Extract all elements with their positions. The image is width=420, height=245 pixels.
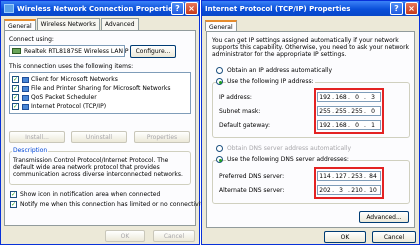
use-following-dns-label: Use the following DNS server addresses: — [226, 156, 350, 163]
notify-checkbox[interactable]: ✓ — [10, 201, 17, 208]
alternate-dns-label: Alternate DNS server: — [219, 187, 285, 194]
install-button[interactable]: Install... — [9, 131, 65, 143]
help-button[interactable]: ? — [390, 2, 403, 15]
description-label: Description — [12, 147, 49, 154]
dns-highlight-box — [314, 167, 384, 199]
obtain-dns-auto-radio[interactable] — [216, 145, 223, 152]
client-icon — [22, 76, 29, 83]
help-button[interactable]: ? — [171, 2, 184, 15]
tcpip-general-panel: You can get IP settings assigned automat… — [206, 31, 415, 228]
left-window-title: Wireless Network Connection Properties — [17, 4, 178, 13]
tcpip-properties-window: Internet Protocol (TCP/IP) Properties ? … — [201, 0, 420, 245]
show-icon-label: Show icon in notification area when conn… — [20, 191, 161, 198]
ip-address-label: IP address: — [219, 94, 252, 101]
client-label: Client for Microsoft Networks — [31, 76, 118, 83]
obtain-dns-auto-label: Obtain DNS server address automatically — [227, 145, 352, 152]
list-item[interactable]: ✓ Client for Microsoft Networks — [12, 75, 188, 84]
right-window-title: Internet Protocol (TCP/IP) Properties — [205, 4, 351, 13]
adapter-field: Realtek RTL8187SE Wireless LAN P — [9, 45, 129, 57]
adapter-name: Realtek RTL8187SE Wireless LAN P — [24, 48, 129, 55]
ok-button[interactable]: OK — [105, 230, 145, 242]
close-button[interactable]: × — [185, 2, 198, 15]
cancel-button[interactable]: Cancel — [153, 230, 195, 242]
properties-button[interactable]: Properties — [134, 131, 190, 143]
description-text: Transmission Control Protocol/Internet P… — [13, 157, 183, 178]
close-button[interactable]: × — [405, 2, 418, 15]
uninstall-button[interactable]: Uninstall — [71, 131, 127, 143]
wireless-properties-window: Wireless Network Connection Properties ?… — [0, 0, 206, 245]
components-list[interactable]: ✓ Client for Microsoft Networks ✓ File a… — [9, 72, 191, 114]
tab-general[interactable]: General — [205, 20, 237, 31]
file-sharing-label: File and Printer Sharing for Microsoft N… — [31, 85, 171, 92]
use-following-dns-radio[interactable] — [216, 156, 223, 163]
items-label: This connection uses the following items… — [9, 63, 134, 70]
service-icon — [22, 94, 29, 101]
configure-button[interactable]: Configure... — [130, 45, 176, 58]
tcpip-checkbox[interactable]: ✓ — [12, 103, 19, 110]
list-item[interactable]: ✓ Internet Protocol (TCP/IP) — [12, 102, 188, 111]
preferred-dns-label: Preferred DNS server: — [219, 173, 285, 180]
notify-label: Notify me when this connection has limit… — [20, 201, 207, 208]
list-item[interactable]: ✓ File and Printer Sharing for Microsoft… — [12, 84, 188, 93]
right-title-bar[interactable]: Internet Protocol (TCP/IP) Properties ? … — [202, 1, 419, 16]
ip-highlight-box — [314, 88, 384, 134]
client-checkbox[interactable]: ✓ — [12, 76, 19, 83]
subnet-mask-label: Subnet mask: — [219, 108, 261, 115]
cancel-button[interactable]: Cancel — [372, 231, 416, 243]
network-adapter-icon — [12, 48, 21, 54]
protocol-icon — [22, 103, 29, 110]
left-title-bar[interactable]: Wireless Network Connection Properties ?… — [1, 1, 199, 16]
connect-using-label: Connect using: — [9, 36, 54, 43]
file-sharing-checkbox[interactable]: ✓ — [12, 85, 19, 92]
use-following-ip-radio[interactable] — [216, 78, 223, 85]
qos-label: QoS Packet Scheduler — [31, 94, 97, 101]
tab-wireless-networks[interactable]: Wireless Networks — [36, 18, 100, 30]
use-following-ip-label: Use the following IP address: — [226, 78, 315, 85]
tab-advanced[interactable]: Advanced — [100, 18, 139, 30]
default-gateway-label: Default gateway: — [219, 122, 271, 129]
intro-text: You can get IP settings assigned automat… — [212, 37, 410, 58]
service-icon — [22, 85, 29, 92]
tcpip-label: Internet Protocol (TCP/IP) — [31, 103, 107, 110]
advanced-button[interactable]: Advanced... — [359, 211, 409, 223]
list-item[interactable]: ✓ QoS Packet Scheduler — [12, 93, 188, 102]
qos-checkbox[interactable]: ✓ — [12, 94, 19, 101]
ok-button[interactable]: OK — [324, 231, 366, 243]
obtain-ip-auto-radio[interactable] — [216, 67, 223, 74]
general-tab-panel: Connect using: Realtek RTL8187SE Wireles… — [4, 30, 206, 226]
network-connection-icon — [4, 4, 14, 13]
obtain-ip-auto-label: Obtain an IP address automatically — [227, 67, 333, 74]
show-icon-checkbox[interactable]: ✓ — [10, 191, 17, 198]
